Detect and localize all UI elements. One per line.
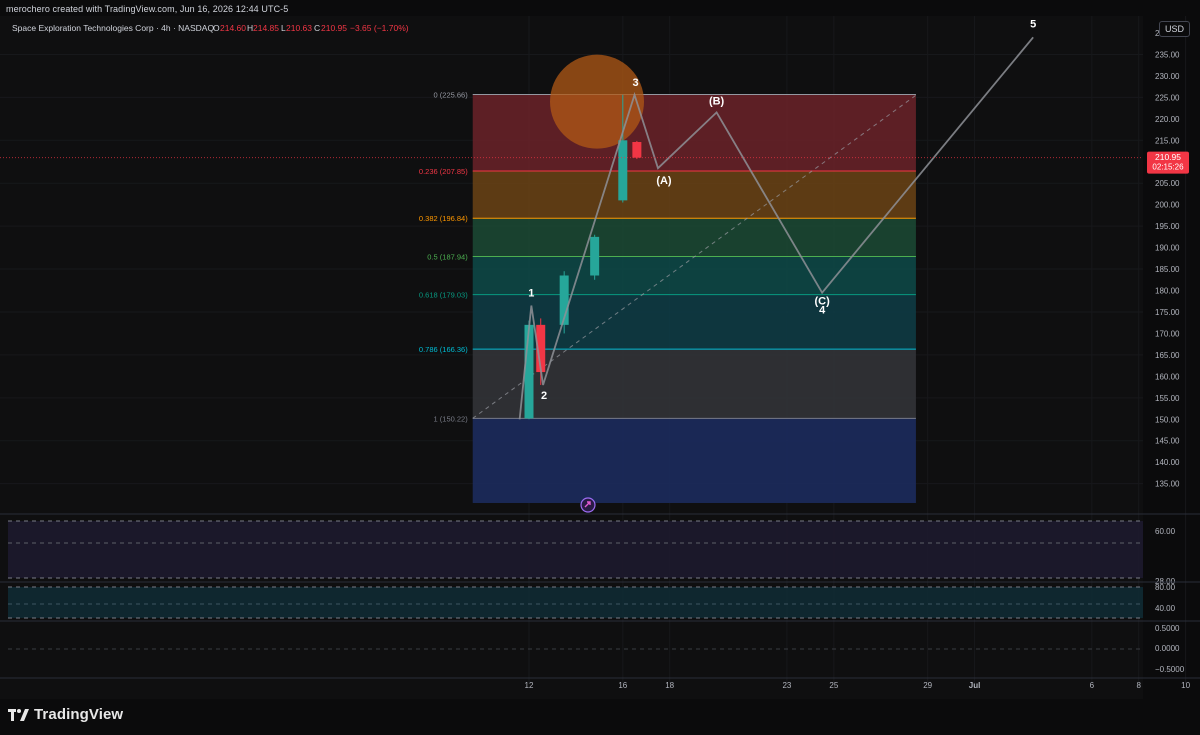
fib-level-label: 0.618 (179.03) (419, 291, 468, 300)
ohlc-low-value: 210.63 (286, 23, 312, 33)
ohlc-high-value: 214.85 (253, 23, 279, 33)
bar-countdown: 02:15:26 (1152, 163, 1184, 172)
candle-body (632, 142, 642, 158)
wave-label: 3 (632, 77, 638, 89)
price-chart[interactable]: 0 (225.66) 0.236 (207.85) 0.382 (196.84) 0.… (0, 16, 1200, 699)
fibonacci-retracement: 0 (225.66) 0.236 (207.85) 0.382 (196.84) 0.… (419, 91, 916, 503)
ohlc-close-label: C (314, 23, 320, 33)
time-tick-label: 8 (1136, 681, 1141, 690)
ohlc-open-label: O (213, 23, 220, 33)
drawing-tools-icon[interactable] (580, 497, 596, 513)
wave-label: 1 (528, 288, 534, 300)
fib-level-label: 0.382 (196.84) (419, 214, 468, 223)
price-tick-label: 220.00 (1155, 115, 1180, 124)
fib-band (472, 256, 916, 295)
price-tick-label: 235.00 (1155, 50, 1180, 59)
price-tick-label: 135.00 (1155, 480, 1180, 489)
candle-body (524, 324, 534, 419)
wave-label: (B) (709, 95, 725, 107)
osc1-tick-label: 60.00 (1155, 527, 1176, 536)
fib-level-label: 0.786 (166.36) (419, 345, 468, 354)
osc3-tick-label: 0.0000 (1155, 644, 1180, 653)
ohlc-open-value: 214.60 (220, 23, 246, 33)
candle-body (618, 140, 628, 201)
tradingview-logo-text: TradingView (34, 706, 124, 723)
wave-label: (A) (656, 175, 672, 187)
price-tick-label: 200.00 (1155, 201, 1180, 210)
price-tick-label: 145.00 (1155, 437, 1180, 446)
time-tick-label: 23 (782, 681, 791, 690)
tradingview-logo-icon (8, 708, 29, 721)
time-tick-label: 6 (1090, 681, 1095, 690)
candle-body (590, 236, 600, 276)
symbol-title: Space Exploration Technologies Corp · 4h… (12, 23, 214, 33)
price-tick-label: 170.00 (1155, 329, 1180, 338)
price-tick-label: 215.00 (1155, 136, 1180, 145)
highlight-circle (550, 54, 645, 149)
time-tick-label: 18 (665, 681, 674, 690)
price-tick-label: 225.00 (1155, 93, 1180, 102)
fib-level-label: 0.236 (207.85) (419, 167, 468, 176)
fib-band (472, 218, 916, 257)
price-tick-label: 190.00 (1155, 244, 1180, 253)
osc2-band (8, 587, 1143, 618)
price-tick-label: 185.00 (1155, 265, 1180, 274)
chart-area[interactable]: 0 (225.66) 0.236 (207.85) 0.382 (196.84) 0.… (0, 16, 1200, 699)
wave-label: 4 (819, 305, 826, 317)
fib-level-label: 0 (225.66) (434, 91, 469, 100)
price-tick-label: 140.00 (1155, 458, 1180, 467)
ohlc-change: −3.65 (−1.70%) (350, 23, 409, 33)
osc3-tick-label: 0.5000 (1155, 624, 1180, 633)
chart-header: Space Exploration Technologies Corp · 4h… (12, 23, 409, 33)
osc3-tick-label: −0.5000 (1155, 665, 1185, 674)
price-tick-label: 160.00 (1155, 372, 1180, 381)
time-tick-label: 16 (618, 681, 627, 690)
price-tick-label: 180.00 (1155, 287, 1180, 296)
fib-level-label: 1 (150.22) (434, 414, 469, 423)
price-tick-label: 175.00 (1155, 308, 1180, 317)
price-tick-label: 205.00 (1155, 179, 1180, 188)
time-tick-label: 12 (525, 681, 534, 690)
time-tick-label: Jul (969, 681, 981, 690)
tradingview-logo[interactable]: TradingView (8, 706, 123, 723)
fib-band (472, 170, 916, 219)
price-tick-label: 155.00 (1155, 394, 1180, 403)
footer: TradingView (0, 699, 1200, 735)
current-price-value: 210.95 (1155, 152, 1181, 162)
currency-button[interactable]: USD (1158, 21, 1190, 37)
fib-band-extension (472, 418, 916, 503)
price-tick-label: 150.00 (1155, 415, 1180, 424)
highlight-circle-shape (550, 54, 645, 149)
price-tick-label: 165.00 (1155, 351, 1180, 360)
osc2-tick-label: 40.00 (1155, 604, 1176, 613)
price-tick-label: 230.00 (1155, 72, 1180, 81)
current-price-tag: 210.95 02:15:26 (1147, 151, 1189, 174)
wave-label: 5 (1030, 18, 1036, 30)
attribution-text: merochero created with TradingView.com, … (6, 4, 289, 14)
fib-level-label: 0.5 (187.94) (427, 252, 468, 261)
price-tick-label: 195.00 (1155, 222, 1180, 231)
ohlc-close-value: 210.95 (321, 23, 347, 33)
rsi-band (8, 521, 1143, 578)
time-tick-label: 29 (923, 681, 932, 690)
osc2-tick-label: 80.00 (1155, 583, 1176, 592)
time-tick-label: 25 (829, 681, 838, 690)
wave-label: 2 (541, 390, 547, 402)
time-tick-label: 10 (1181, 681, 1190, 690)
